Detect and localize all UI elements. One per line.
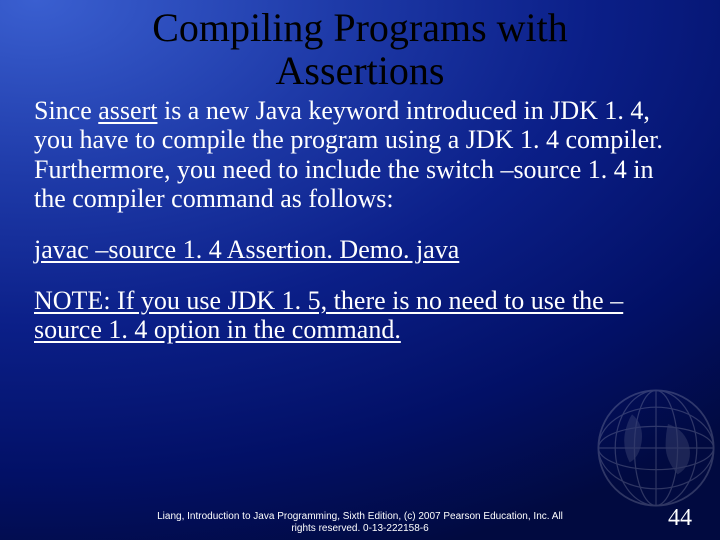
slide: Compiling Programs with Assertions Since… <box>0 0 720 540</box>
title-line-1: Compiling Programs with <box>152 5 568 50</box>
command-line: javac –source 1. 4 Assertion. Demo. java <box>34 235 688 264</box>
paragraph-3: NOTE: If you use JDK 1. 5, there is no n… <box>34 286 688 344</box>
page-number: 44 <box>668 505 692 532</box>
assert-keyword: assert <box>98 96 157 125</box>
footer-copyright: Liang, Introduction to Java Programming,… <box>0 511 720 534</box>
globe-icon <box>596 388 716 508</box>
title-line-2: Assertions <box>276 48 445 93</box>
slide-body: Since assert is a new Java keyword intro… <box>0 92 720 344</box>
footer-line-1: Liang, Introduction to Java Programming,… <box>157 511 563 522</box>
paragraph-1: Since assert is a new Java keyword intro… <box>34 96 688 212</box>
globe-decoration <box>596 388 716 508</box>
footer-line-2: rights reserved. 0-13-222158-6 <box>291 523 428 534</box>
para1-lead: Since <box>34 96 98 125</box>
slide-title: Compiling Programs with Assertions <box>0 0 720 92</box>
